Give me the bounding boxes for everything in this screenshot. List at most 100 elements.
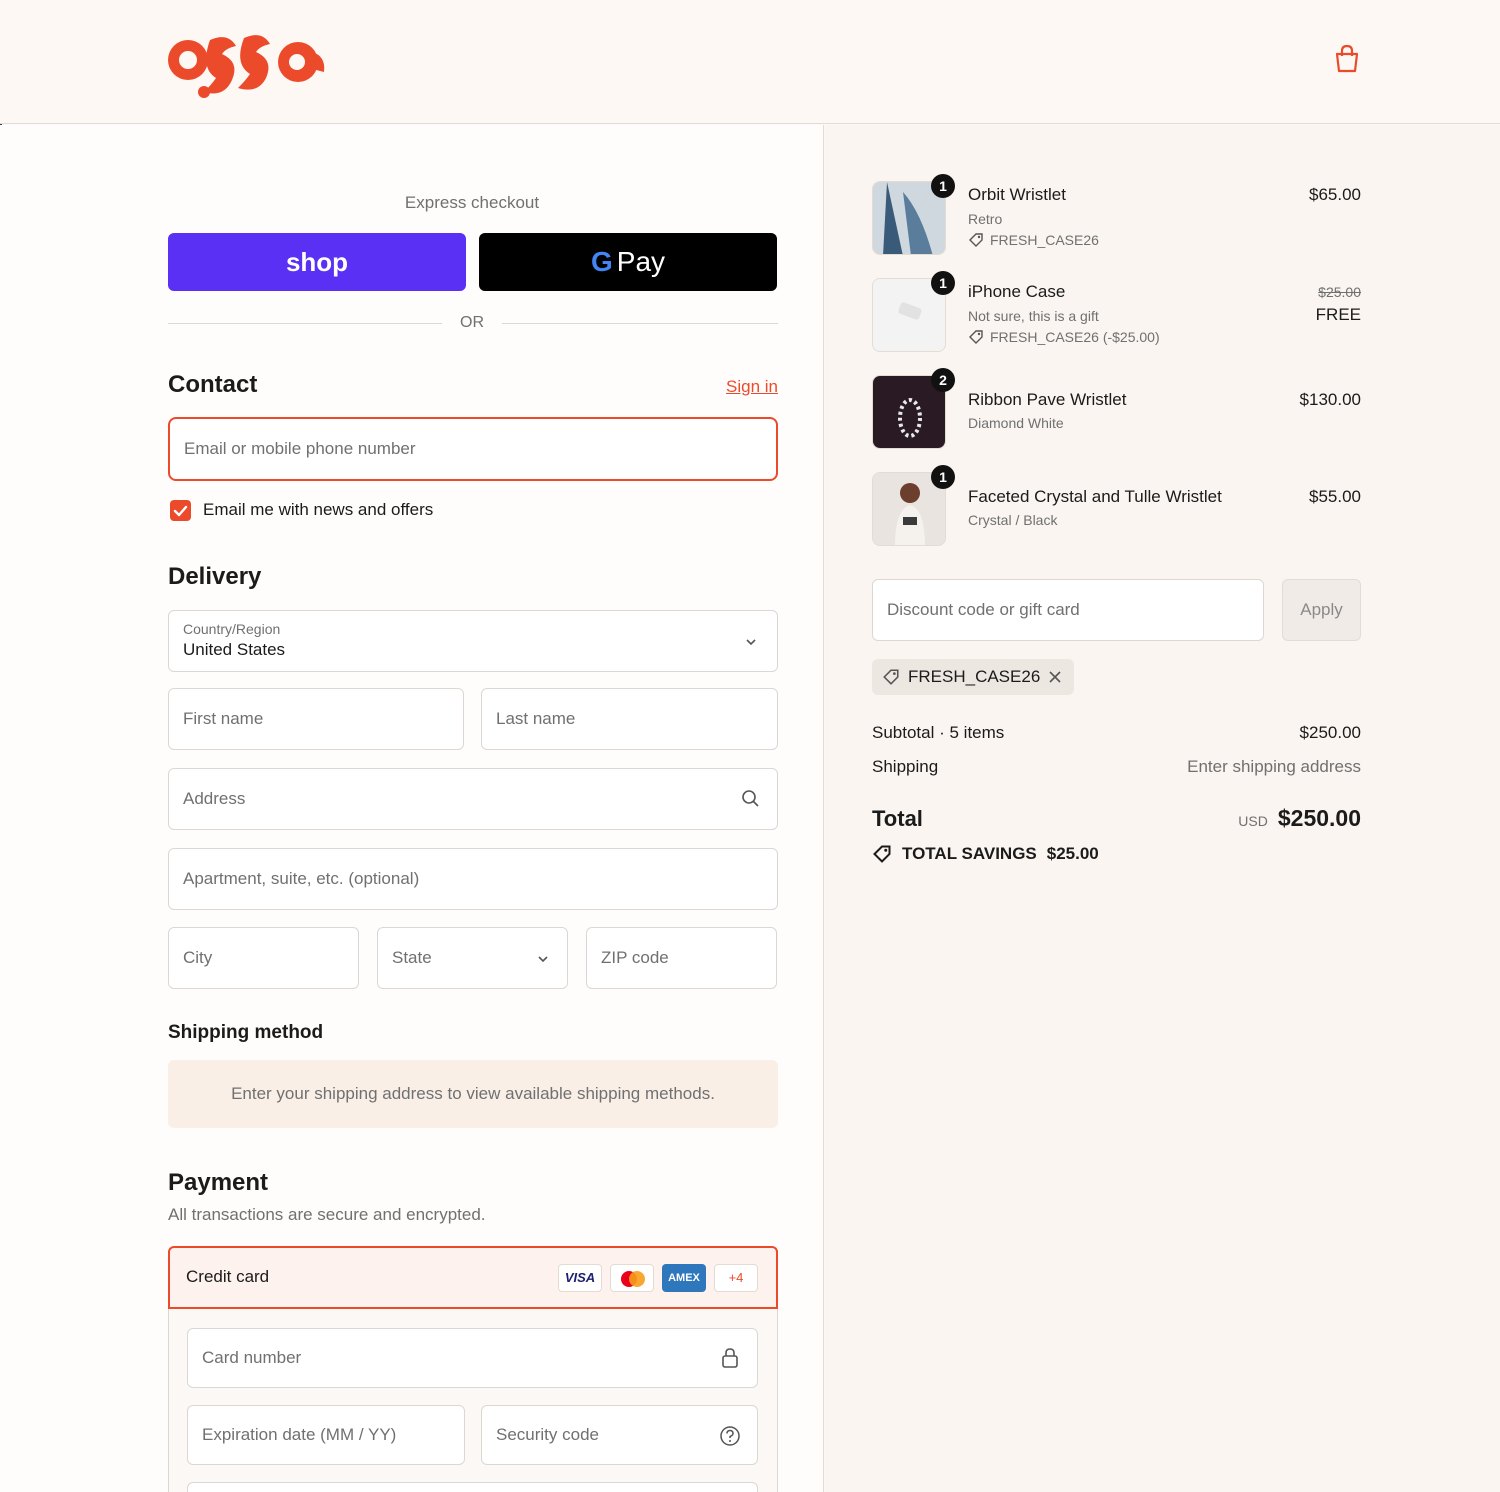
shop-pay-label: shop (285, 247, 349, 277)
total-savings-value: $25.00 (1046, 844, 1099, 863)
or-divider-label: OR (460, 314, 484, 331)
address-placeholder: Address (183, 789, 246, 808)
item-title: iPhone Case (968, 282, 1066, 301)
more-card-brands-badge: +4 (714, 1264, 758, 1292)
checkmark-icon (173, 505, 188, 517)
item-discount: FRESH_CASE26 (-$25.00) (968, 329, 1160, 345)
discount-code-placeholder: Discount code or gift card (887, 600, 1080, 619)
payment-subtitle: All transactions are secure and encrypte… (168, 1205, 486, 1224)
visa-icon: VISA (558, 1264, 602, 1292)
mastercard-icon (610, 1264, 654, 1292)
item-discount: FRESH_CASE26 (968, 232, 1099, 248)
item-price: $65.00 (1309, 185, 1361, 204)
chevron-down-icon (746, 639, 756, 646)
tag-icon (969, 330, 983, 344)
quantity-badge: 2 (931, 368, 955, 392)
security-code-placeholder: Security code (496, 1425, 599, 1444)
apartment-placeholder: Apartment, suite, etc. (optional) (183, 869, 420, 888)
shop-pay-button[interactable]: shop (168, 233, 466, 291)
total-value: $250.00 (1277, 805, 1361, 831)
order-summary: 1 Orbit Wristlet Retro FRESH_CASE26 $65.… (825, 125, 1500, 1492)
name-on-card-field[interactable] (187, 1482, 758, 1492)
lock-icon (722, 1348, 738, 1368)
apply-button[interactable]: Apply (1282, 579, 1361, 641)
close-icon[interactable] (1048, 670, 1062, 684)
credit-card-label: Credit card (186, 1267, 270, 1286)
city-placeholder: City (183, 948, 213, 967)
or-divider-left (168, 323, 442, 324)
country-select[interactable]: Country/Region United States (168, 610, 778, 672)
item-price: $130.00 (1299, 390, 1361, 409)
total-label: Total (872, 806, 923, 831)
ossa-logo[interactable] (166, 22, 328, 105)
item-title: Ribbon Pave Wristlet (968, 390, 1127, 409)
shipping-value: Enter shipping address (1187, 757, 1361, 776)
google-pay-label: Pay (616, 246, 666, 277)
credit-card-option[interactable]: Credit card VISA AMEX +4 (168, 1246, 778, 1309)
newsletter-checkbox[interactable] (170, 500, 191, 521)
state-select[interactable]: State (377, 927, 568, 989)
apartment-field[interactable]: Apartment, suite, etc. (optional) (168, 848, 778, 910)
chevron-down-icon (538, 956, 548, 963)
item-variant: Diamond White (968, 415, 1064, 431)
google-g-icon: G (590, 246, 613, 277)
credit-card-form: Card number Expiration date (MM / YY) Se… (168, 1309, 778, 1492)
security-code-field[interactable]: Security code (481, 1405, 758, 1465)
shipping-notice: Enter your shipping address to view avai… (168, 1060, 778, 1128)
total-savings-label: TOTAL SAVINGS (902, 844, 1037, 863)
state-placeholder: State (392, 948, 432, 967)
tag-icon (969, 233, 983, 247)
zip-placeholder: ZIP code (601, 948, 669, 967)
last-name-field[interactable]: Last name (481, 688, 778, 750)
email-placeholder: Email or mobile phone number (184, 439, 416, 458)
item-variant: Retro (968, 211, 1003, 227)
shipping-notice-text: Enter your shipping address to view avai… (231, 1084, 715, 1103)
or-divider-right (502, 323, 778, 324)
first-name-field[interactable]: First name (168, 688, 464, 750)
subtotal-value: $250.00 (1299, 723, 1361, 742)
help-circle-icon[interactable] (719, 1425, 741, 1447)
shipping-label: Shipping (872, 757, 939, 776)
contact-title: Contact (168, 371, 258, 398)
newsletter-label: Email me with news and offers (203, 500, 434, 519)
item-variant: Not sure, this is a gift (968, 308, 1099, 324)
item-title: Faceted Crystal and Tulle Wristlet (968, 487, 1222, 506)
country-label: Country/Region (183, 621, 281, 637)
shopping-bag-icon[interactable] (1333, 44, 1361, 79)
discount-code-field[interactable]: Discount code or gift card (872, 579, 1264, 641)
total-currency: USD (1238, 813, 1268, 829)
subtotal-label: Subtotal · 5 items (872, 723, 1005, 742)
quantity-badge: 1 (931, 174, 955, 198)
expiration-placeholder: Expiration date (MM / YY) (202, 1425, 397, 1444)
item-title: Orbit Wristlet (968, 185, 1066, 204)
checkout-form: Express checkout shop G Pay OR Contact S… (0, 125, 824, 1492)
amex-icon: AMEX (662, 1264, 706, 1292)
shipping-method-title: Shipping method (168, 1022, 324, 1043)
address-field[interactable]: Address (168, 768, 778, 830)
email-field[interactable]: Email or mobile phone number (168, 417, 778, 481)
site-header (0, 0, 1500, 124)
sign-in-link[interactable]: Sign in (716, 377, 778, 397)
google-pay-button[interactable]: G Pay (479, 233, 777, 291)
item-price: FREE (1315, 305, 1361, 324)
item-original-price: $25.00 (1318, 284, 1361, 300)
express-checkout-title: Express checkout (404, 193, 540, 212)
quantity-badge: 1 (931, 271, 955, 295)
zip-field[interactable]: ZIP code (586, 927, 777, 989)
applied-discount-code: FRESH_CASE26 (908, 667, 1041, 686)
card-number-field[interactable]: Card number (187, 1328, 758, 1388)
total-amount: USD $250.00 (1238, 805, 1361, 832)
tag-icon (873, 845, 891, 863)
item-price: $55.00 (1309, 487, 1361, 506)
city-field[interactable]: City (168, 927, 359, 989)
country-value: United States (183, 640, 286, 659)
search-icon (742, 790, 759, 807)
delivery-title: Delivery (168, 563, 262, 590)
total-savings: TOTAL SAVINGS $25.00 (872, 844, 1099, 864)
expiration-field[interactable]: Expiration date (MM / YY) (187, 1405, 465, 1465)
applied-discount-chip: FRESH_CASE26 (872, 659, 1075, 695)
payment-title: Payment (168, 1169, 269, 1196)
item-variant: Crystal / Black (968, 512, 1058, 528)
last-name-placeholder: Last name (496, 709, 576, 728)
tag-icon (883, 669, 899, 685)
